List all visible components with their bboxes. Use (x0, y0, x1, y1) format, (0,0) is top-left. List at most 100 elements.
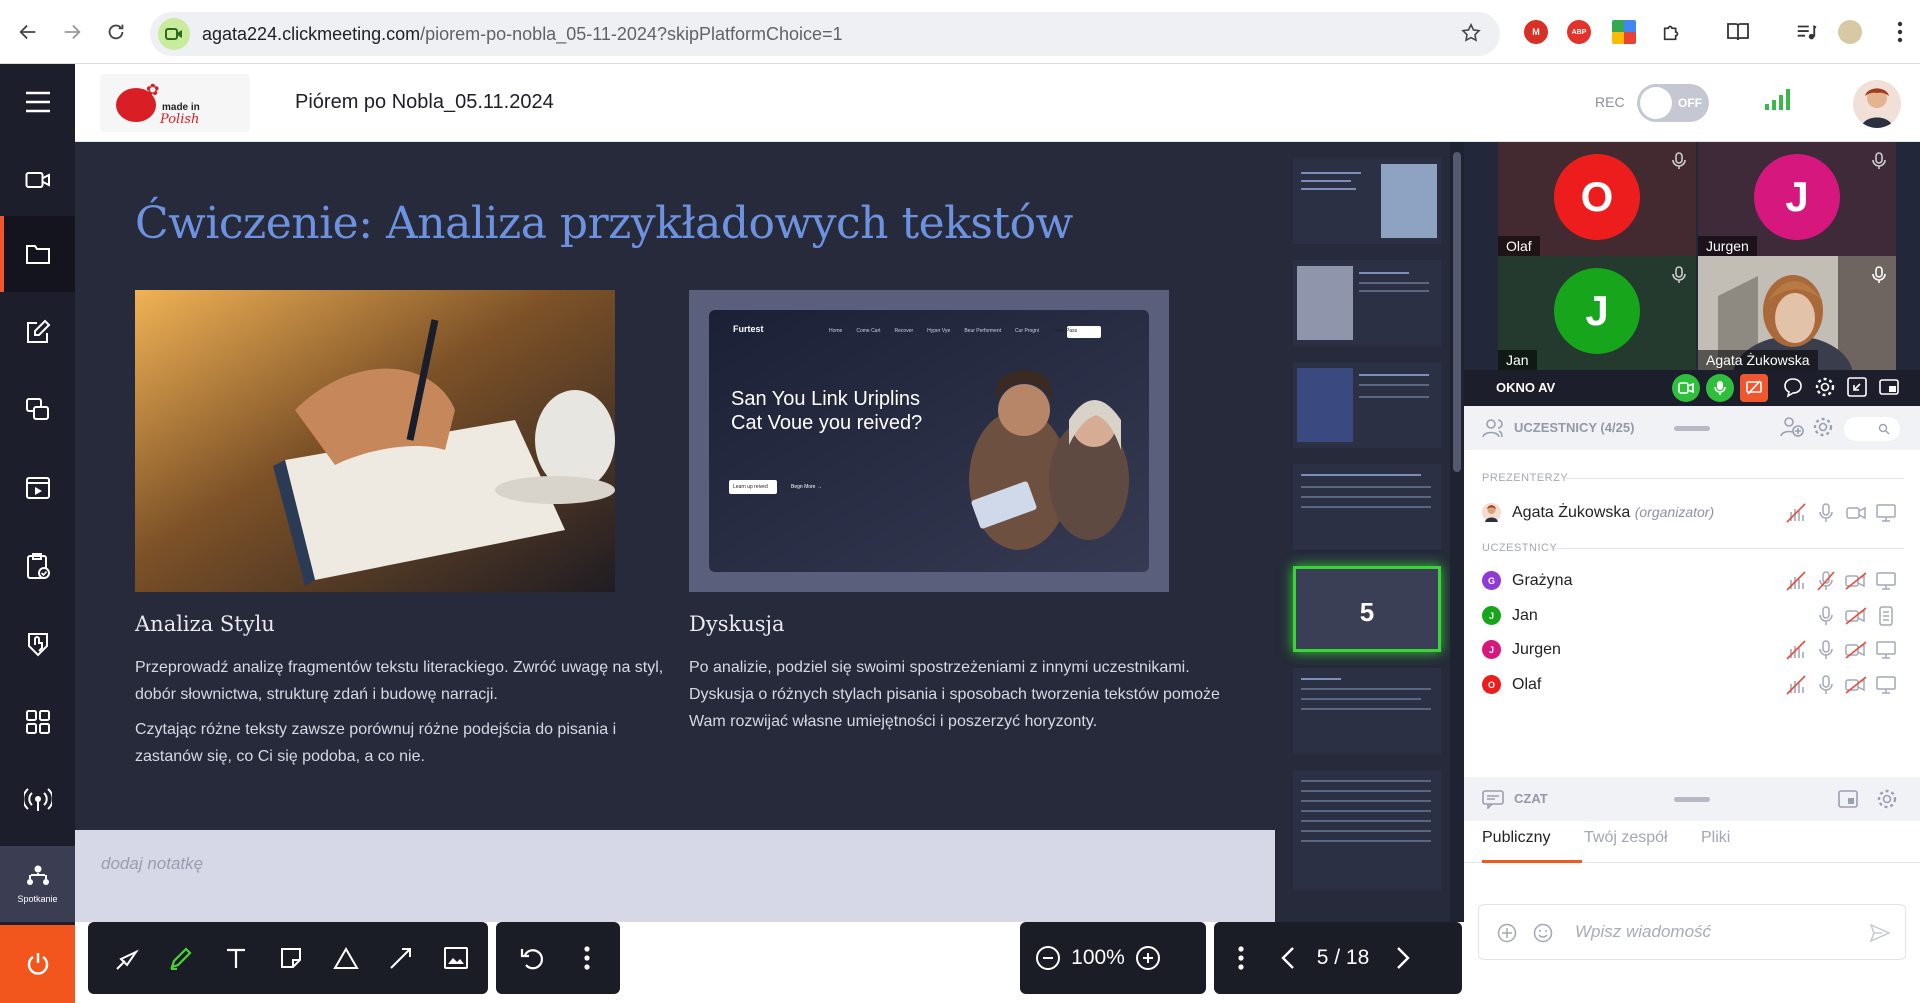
participant-mic-icon[interactable] (1814, 639, 1838, 661)
thumbnail-slide-2[interactable] (1293, 260, 1441, 346)
participant-screen-icon[interactable] (1874, 639, 1898, 661)
chat-resize-grip[interactable] (1674, 797, 1710, 802)
participant-mic-icon[interactable] (1814, 605, 1838, 627)
search-icon (1878, 423, 1890, 435)
sidebar-item-apps[interactable] (0, 684, 75, 760)
thumbnail-slide-4[interactable] (1293, 464, 1441, 550)
exit-button[interactable] (0, 925, 75, 1003)
notes-area[interactable]: dodaj notatkę (75, 830, 1275, 922)
undo-button[interactable] (504, 922, 559, 994)
thumbnail-slide-5[interactable]: 5 (1293, 566, 1441, 652)
emoji-icon[interactable] (1533, 923, 1553, 943)
hand-off-icon[interactable] (1784, 674, 1808, 696)
pointer-tool-button[interactable] (98, 922, 153, 994)
profile-avatar-icon[interactable] (1838, 20, 1862, 44)
tab-team[interactable]: Twój zespół (1584, 821, 1668, 863)
hand-off-icon[interactable] (1784, 502, 1808, 524)
camera-toggle-button[interactable] (1672, 374, 1700, 402)
chat-bubble-icon[interactable] (1782, 376, 1804, 398)
address-bar[interactable]: agata224.clickmeeting.com/piorem-po-nobl… (150, 12, 1500, 56)
video-tile-jan[interactable]: J Jan (1498, 256, 1696, 370)
popout-window-icon[interactable] (1878, 376, 1900, 398)
participants-search[interactable] (1844, 417, 1900, 441)
mic-toggle-button[interactable] (1706, 374, 1734, 402)
participant-row[interactable]: J Jan (1482, 601, 1912, 629)
extension-m-icon[interactable]: M (1524, 20, 1548, 44)
camera-off-icon[interactable] (1844, 639, 1868, 661)
av-settings-gear-icon[interactable] (1814, 376, 1836, 398)
sidebar-item-meeting[interactable]: Spotkanie (0, 846, 75, 922)
video-tile-agata[interactable]: Agata Żukowska (1698, 256, 1896, 370)
chat-message-input[interactable] (1575, 919, 1835, 945)
camera-off-icon[interactable] (1844, 605, 1868, 627)
text-tool-button[interactable] (208, 922, 263, 994)
back-button[interactable] (12, 16, 44, 48)
participants-resize-grip[interactable] (1674, 426, 1710, 431)
left-column-paragraph-2: Czytając różne teksty zawsze porównuj ró… (135, 721, 617, 765)
reload-button[interactable] (100, 16, 132, 48)
participants-settings-gear-icon[interactable] (1812, 416, 1834, 438)
sidebar-item-video[interactable] (0, 450, 75, 526)
line-tool-button[interactable] (373, 922, 428, 994)
image-tool-button[interactable] (428, 922, 483, 994)
participant-screen-icon[interactable] (1874, 570, 1898, 592)
tab-files[interactable]: Pliki (1701, 821, 1730, 863)
user-avatar[interactable] (1853, 80, 1901, 128)
participant-row[interactable]: G Grażyna (1482, 566, 1912, 594)
previous-slide-button[interactable] (1268, 922, 1308, 994)
video-tile-jurgen[interactable]: J Jurgen (1698, 142, 1896, 256)
next-slide-button[interactable] (1378, 922, 1428, 994)
sidebar-item-whiteboard[interactable] (0, 294, 75, 370)
participant-screen-icon[interactable] (1874, 674, 1898, 696)
participant-row[interactable]: J Jurgen (1482, 635, 1912, 663)
zoom-in-button[interactable] (1128, 922, 1168, 994)
participant-row[interactable]: O Olaf (1482, 670, 1912, 698)
thumbnail-slide-6[interactable] (1293, 668, 1441, 754)
thumbnails-scrollbar[interactable] (1450, 142, 1464, 922)
reading-list-icon[interactable] (1722, 16, 1754, 48)
participant-mic-icon[interactable] (1814, 502, 1838, 524)
mic-off-icon[interactable] (1814, 570, 1838, 592)
more-tools-button[interactable] (559, 922, 614, 994)
extensions-puzzle-icon[interactable] (1656, 16, 1688, 48)
sidebar-item-camera[interactable] (0, 142, 75, 218)
shape-tool-button[interactable] (318, 922, 373, 994)
tab-public[interactable]: Publiczny (1482, 821, 1582, 863)
extension-adblock-icon[interactable]: ABP (1567, 20, 1591, 44)
chat-settings-gear-icon[interactable] (1876, 788, 1898, 810)
chat-popout-icon[interactable] (1838, 789, 1858, 809)
hand-off-icon[interactable] (1784, 570, 1808, 592)
camera-off-icon[interactable] (1844, 674, 1868, 696)
sidebar-item-screenshare[interactable] (0, 372, 75, 448)
add-participant-icon[interactable] (1780, 416, 1804, 438)
thumbnail-slide-1[interactable] (1293, 158, 1441, 244)
participant-mic-icon[interactable] (1814, 674, 1838, 696)
add-attachment-icon[interactable] (1497, 923, 1517, 943)
sidebar-item-files[interactable] (0, 216, 75, 292)
zoom-out-button[interactable] (1028, 922, 1068, 994)
sticky-note-tool-button[interactable] (263, 922, 318, 994)
camera-off-icon[interactable] (1844, 570, 1868, 592)
extension-google-icon[interactable] (1612, 20, 1636, 44)
rec-toggle[interactable]: OFF (1637, 84, 1709, 122)
bookmark-star-icon[interactable] (1460, 22, 1482, 44)
thumbnail-slide-7[interactable] (1293, 770, 1441, 890)
menu-button[interactable] (0, 64, 75, 140)
browser-menu-icon[interactable] (1884, 16, 1916, 48)
participant-camera-icon[interactable] (1844, 502, 1868, 524)
sidebar-item-broadcast[interactable] (0, 762, 75, 838)
slide-options-button[interactable] (1214, 922, 1268, 994)
sidebar-item-polls[interactable] (0, 528, 75, 604)
minimize-window-icon[interactable] (1846, 376, 1868, 398)
thumbnail-slide-3[interactable] (1293, 362, 1441, 448)
screen-share-toggle-button[interactable] (1740, 374, 1768, 402)
media-control-icon[interactable] (1790, 16, 1822, 48)
sidebar-item-test[interactable] (0, 606, 75, 682)
video-tile-olaf[interactable]: O Olaf (1498, 142, 1696, 256)
participant-row[interactable]: Agata Żukowska (organizator) (1482, 498, 1912, 526)
participant-screen-icon[interactable] (1874, 502, 1898, 524)
forward-button[interactable] (56, 16, 88, 48)
pen-tool-button[interactable] (153, 922, 208, 994)
hand-off-icon[interactable] (1784, 639, 1808, 661)
send-message-icon[interactable] (1869, 923, 1891, 943)
